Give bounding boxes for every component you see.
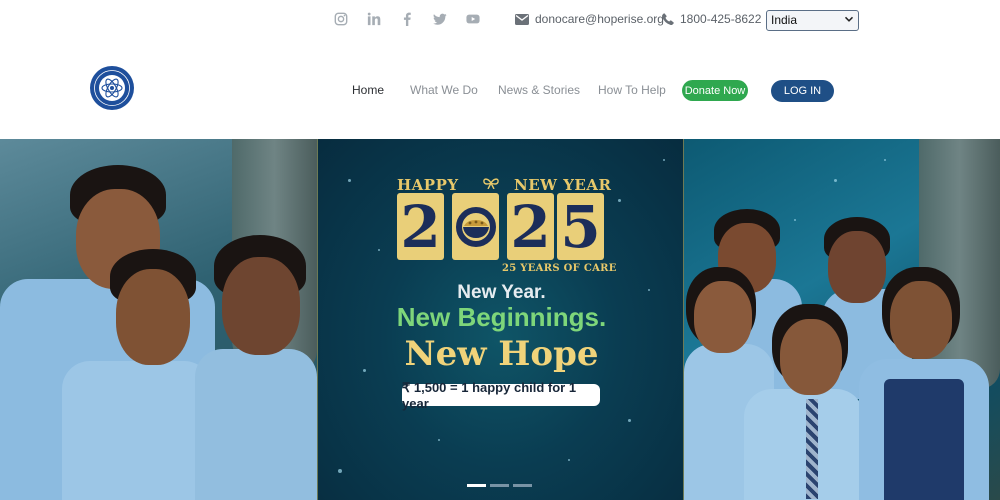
- country-value: India: [771, 13, 798, 27]
- social-links: [333, 11, 481, 27]
- facebook-icon[interactable]: [399, 11, 415, 27]
- linkedin-icon[interactable]: [366, 11, 382, 27]
- meal-bowl-icon: [455, 206, 496, 247]
- phone-text: 1800-425-8622: [680, 12, 762, 26]
- site-logo[interactable]: [89, 65, 135, 111]
- nav-item-what-we-do[interactable]: What We Do: [410, 83, 478, 97]
- donation-offer-badge[interactable]: ₹ 1,500 = 1 happy child for 1 year: [402, 380, 600, 411]
- atom-logo-icon: [90, 66, 134, 110]
- email-contact[interactable]: donocare@hoperise.org: [515, 12, 664, 26]
- year-digit-bowl: [452, 193, 499, 260]
- phone-contact[interactable]: 1800-425-8622: [662, 12, 761, 26]
- years-of-care-text: 25 YEARS OF CARE: [502, 263, 617, 274]
- nav-item-home[interactable]: Home: [352, 83, 384, 97]
- carousel-dot[interactable]: [513, 484, 532, 487]
- country-select[interactable]: India: [766, 10, 859, 31]
- year-digit: 2: [397, 193, 444, 261]
- new-year-banner[interactable]: HAPPY NEW YEAR 2 2 5 25 YEARS OF CARE Ne…: [317, 139, 684, 500]
- banner-line-new-year: New Year.: [457, 282, 546, 303]
- gift-bow-icon: [483, 178, 499, 189]
- mail-icon: [515, 13, 529, 25]
- banner-line-new-beginnings: New Beginnings.: [396, 302, 607, 332]
- donate-now-button[interactable]: Donate Now: [682, 80, 748, 101]
- hero-carousel[interactable]: HAPPY NEW YEAR 2 2 5 25 YEARS OF CARE Ne…: [0, 139, 1000, 500]
- nav-item-news-stories[interactable]: News & Stories: [498, 83, 580, 97]
- youtube-icon[interactable]: [465, 11, 481, 27]
- twitter-icon[interactable]: [432, 11, 448, 27]
- carousel-dot[interactable]: [467, 484, 486, 487]
- main-navigation: Home What We Do News & Stories How To He…: [0, 40, 1000, 139]
- year-digit: 5: [557, 193, 604, 261]
- phone-icon: [662, 13, 674, 25]
- email-text: donocare@hoperise.org: [535, 12, 664, 26]
- login-button[interactable]: LOG IN: [771, 80, 834, 102]
- chevron-down-icon: [844, 16, 854, 22]
- children-photo-right: [684, 139, 1000, 500]
- carousel-dot[interactable]: [490, 484, 509, 487]
- year-digit: 2: [507, 193, 554, 261]
- banner-line-new-hope: New Hope: [404, 334, 599, 374]
- top-bar: donocare@hoperise.org 1800-425-8622 Indi…: [0, 0, 1000, 40]
- new-year-text: NEW YEAR: [514, 176, 612, 194]
- carousel-indicators: [467, 484, 532, 487]
- children-photo-left: [0, 139, 317, 500]
- instagram-icon[interactable]: [333, 11, 349, 27]
- happy-text: HAPPY: [397, 176, 459, 194]
- nav-item-how-to-help[interactable]: How To Help: [598, 83, 666, 97]
